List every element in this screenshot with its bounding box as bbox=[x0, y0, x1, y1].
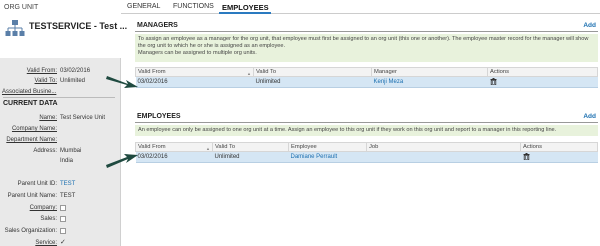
col-valid-to-label: Valid To bbox=[215, 144, 236, 150]
valid-to-cell: Unlimited bbox=[253, 76, 372, 88]
col-employee-label: Employee bbox=[291, 144, 317, 150]
company-name-label: Company Name: bbox=[11, 126, 57, 132]
col-valid-from-label: Valid From bbox=[138, 143, 166, 150]
company-label: Company: bbox=[29, 205, 57, 211]
col-manager[interactable]: Manager bbox=[371, 67, 488, 77]
employees-note: An employee can only be assigned to one … bbox=[135, 125, 598, 136]
arrow-icon bbox=[106, 76, 138, 88]
col-valid-to[interactable]: Valid To bbox=[212, 142, 289, 152]
managers-table: Valid From ▲ Valid To Manager Actions 03/… bbox=[135, 67, 598, 88]
col-actions: Actions bbox=[487, 67, 598, 77]
table-row[interactable]: 03/02/2016 Unlimited Damiane Perrault bbox=[135, 151, 598, 163]
company-checkbox[interactable] bbox=[60, 205, 66, 211]
col-manager-label: Manager bbox=[374, 69, 397, 75]
parent-unit-id-link[interactable]: TEST bbox=[60, 181, 75, 187]
associated-business-link[interactable]: Associated Busine... bbox=[2, 89, 56, 95]
col-actions-label: Actions bbox=[523, 144, 543, 150]
tab-employees[interactable]: EMPLOYEES bbox=[222, 3, 269, 12]
col-actions-label: Actions bbox=[490, 69, 510, 75]
tab-general[interactable]: GENERAL bbox=[127, 3, 160, 10]
parent-unit-id-label: Parent Unit ID: bbox=[17, 181, 57, 187]
sort-icon: ▲ bbox=[206, 145, 210, 151]
trash-icon[interactable] bbox=[523, 152, 530, 160]
employees-tab-content: MANAGERS Add To assign an employee as a … bbox=[133, 14, 600, 246]
arrow-icon bbox=[106, 154, 138, 168]
col-job-label: Job bbox=[369, 144, 379, 150]
col-valid-to-label: Valid To bbox=[256, 69, 277, 75]
col-valid-to[interactable]: Valid To bbox=[253, 67, 372, 77]
sort-icon: ▲ bbox=[247, 70, 251, 76]
address-line2: India bbox=[60, 158, 74, 164]
valid-to-value: Unlimited bbox=[60, 78, 86, 84]
divider bbox=[3, 97, 115, 98]
valid-from-value: 03/02/2016 bbox=[60, 68, 91, 74]
sales-org-checkbox[interactable] bbox=[60, 228, 66, 234]
service-check-icon[interactable]: ✓ bbox=[60, 239, 66, 246]
manager-link[interactable]: Kenji Meza bbox=[371, 76, 488, 88]
managers-add-button[interactable]: Add bbox=[583, 22, 596, 29]
employees-add-button[interactable]: Add bbox=[583, 113, 596, 120]
org-hierarchy-icon bbox=[5, 20, 25, 36]
parent-unit-name-label: Parent Unit Name: bbox=[7, 193, 57, 199]
managers-header-row: Valid From ▲ Valid To Manager Actions bbox=[135, 67, 598, 77]
sales-label: Sales: bbox=[40, 216, 57, 222]
job-cell bbox=[366, 151, 521, 163]
valid-from-label: Valid From: bbox=[26, 68, 57, 74]
tab-functions[interactable]: FUNCTIONS bbox=[173, 3, 214, 10]
actions-cell bbox=[520, 151, 598, 163]
sales-org-label: Sales Organization: bbox=[4, 228, 57, 234]
org-unit-name: TESTSERVICE - Test ... bbox=[29, 21, 128, 31]
sales-checkbox[interactable] bbox=[60, 216, 66, 222]
col-valid-from[interactable]: Valid From ▲ bbox=[135, 67, 254, 77]
valid-from-cell: 03/02/2016 bbox=[135, 151, 213, 163]
org-unit-header: ORG UNIT TESTSERVICE - Test ... bbox=[0, 0, 127, 58]
employee-link[interactable]: Damiane Perrault bbox=[288, 151, 367, 163]
employees-table: Valid From ▲ Valid To Employee Job Action… bbox=[135, 142, 598, 163]
col-job[interactable]: Job bbox=[366, 142, 521, 152]
tab-bar: GENERAL FUNCTIONS EMPLOYEES bbox=[121, 0, 600, 14]
table-row[interactable]: 03/02/2016 Unlimited Kenji Meza bbox=[135, 76, 598, 88]
service-label: Service: bbox=[35, 240, 57, 246]
col-valid-from[interactable]: Valid From ▲ bbox=[135, 142, 213, 152]
department-name-label: Department Name: bbox=[6, 137, 57, 143]
employees-title: EMPLOYEES bbox=[137, 113, 181, 120]
address-label: Address: bbox=[33, 148, 57, 154]
valid-to-cell: Unlimited bbox=[212, 151, 289, 163]
trash-icon[interactable] bbox=[490, 77, 497, 85]
org-unit-header-title: ORG UNIT bbox=[4, 4, 39, 11]
managers-title: MANAGERS bbox=[137, 22, 178, 29]
actions-cell bbox=[487, 76, 598, 88]
col-actions: Actions bbox=[520, 142, 598, 152]
valid-to-label: Valid To: bbox=[34, 78, 57, 84]
valid-from-cell: 03/02/2016 bbox=[135, 76, 254, 88]
col-employee[interactable]: Employee bbox=[288, 142, 367, 152]
name-value: Test Service Unit bbox=[60, 115, 106, 121]
name-label: Name: bbox=[39, 115, 57, 121]
managers-note: To assign an employee as a manager for t… bbox=[135, 34, 598, 62]
employees-divider bbox=[135, 122, 598, 123]
parent-unit-name-value: TEST bbox=[60, 193, 76, 199]
current-data-title: CURRENT DATA bbox=[3, 100, 58, 107]
managers-divider bbox=[135, 31, 598, 32]
org-unit-sidebar: ORG UNIT TESTSERVICE - Test ... Valid Fr… bbox=[0, 0, 127, 246]
col-valid-from-label: Valid From bbox=[138, 68, 166, 75]
employees-header-row: Valid From ▲ Valid To Employee Job Action… bbox=[135, 142, 598, 152]
address-line1: Mumbai bbox=[60, 148, 82, 154]
